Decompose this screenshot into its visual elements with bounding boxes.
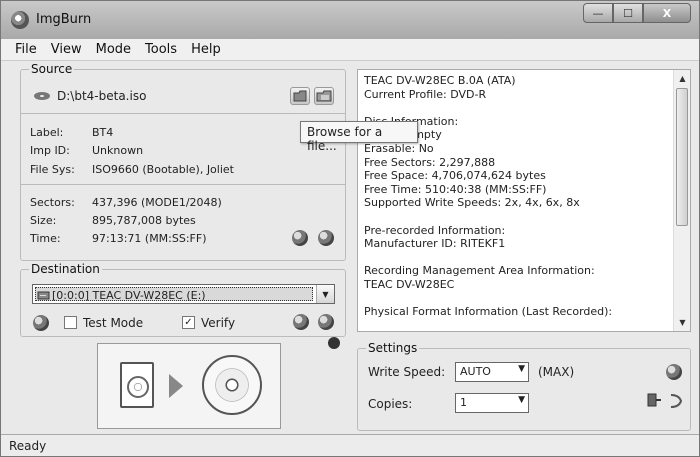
menu-tools[interactable]: Tools: [139, 39, 185, 60]
sectors-key: Sectors:: [30, 196, 75, 209]
copies-label: Copies:: [368, 397, 413, 411]
device-info-panel: TEAC DV-W28EC B.0A (ATA) Current Profile…: [357, 69, 691, 332]
size-key: Size:: [30, 214, 57, 227]
test-mode-label: Test Mode: [83, 316, 144, 330]
arrow-right-icon: [169, 374, 183, 398]
copies-value: 1: [460, 396, 467, 409]
imgburn-window: ImgBurn — ☐ X File View Mode Tools Help …: [0, 0, 700, 457]
folder-open-icon: [316, 90, 332, 102]
impid-value: Unknown: [92, 144, 144, 157]
source-legend: Source: [29, 62, 75, 76]
eject-icon[interactable]: [293, 314, 309, 330]
max-speed-label: (MAX): [538, 365, 575, 379]
window-controls: — ☐ X: [583, 3, 691, 23]
queue-icon[interactable]: [668, 392, 684, 408]
write-speed-value: AUTO: [460, 365, 491, 378]
drive-selection-highlight: [0:0:0] TEAC DV-W28EC (E:): [35, 287, 313, 302]
filesys-value: ISO9660 (Bootable), Joliet: [92, 163, 234, 176]
info-scrollbar[interactable]: ▲ ▼: [673, 70, 690, 331]
drive-info-icon[interactable]: [33, 315, 49, 331]
device-info-text: TEAC DV-W28EC B.0A (ATA) Current Profile…: [364, 74, 613, 319]
settings-panel: Settings Write Speed: AUTO ▼ (MAX) Copie…: [357, 341, 691, 431]
source-divider-2: [21, 184, 345, 185]
destination-drive-select[interactable]: [0:0:0] TEAC DV-W28EC (E:) ▼: [32, 284, 335, 304]
log-icon[interactable]: [646, 392, 662, 408]
image-file-icon: [120, 362, 154, 408]
browse-tooltip: Browse for a file...: [300, 121, 418, 153]
title-bar: ImgBurn — ☐ X: [1, 1, 699, 39]
copies-select[interactable]: 1 ▼: [455, 393, 529, 413]
write-speed-label: Write Speed:: [368, 365, 446, 379]
close-button[interactable]: X: [643, 3, 691, 23]
info-icon[interactable]: [328, 337, 340, 349]
minimize-button[interactable]: —: [583, 3, 613, 23]
scroll-thumb[interactable]: [676, 88, 688, 226]
sectors-value: 437,396 (MODE1/2048): [92, 196, 222, 209]
impid-key: Imp ID:: [30, 144, 70, 157]
filesys-key: File Sys:: [30, 163, 75, 176]
label-key: Label:: [30, 126, 64, 139]
scroll-down-icon[interactable]: ▼: [674, 314, 691, 331]
destination-drive-value: [0:0:0] TEAC DV-W28EC (E:): [52, 289, 206, 302]
disc-icon: [202, 355, 262, 415]
menu-bar: File View Mode Tools Help: [1, 39, 699, 61]
destination-legend: Destination: [29, 262, 102, 276]
browse-folder-button[interactable]: [314, 87, 334, 105]
chevron-down-icon[interactable]: ▼: [316, 285, 334, 303]
menu-file[interactable]: File: [9, 39, 45, 60]
time-value: 97:13:71 (MM:SS:FF): [92, 232, 207, 245]
time-key: Time:: [30, 232, 61, 245]
source-divider-1: [21, 113, 345, 114]
imgburn-app-icon: [11, 11, 29, 29]
write-button[interactable]: [97, 343, 281, 429]
source-panel: Source D:\bt4-beta.iso Label: BT4 Imp ID…: [20, 62, 346, 261]
status-bar: Ready: [1, 434, 699, 456]
verify-label: Verify: [201, 316, 236, 330]
file-disc-icon: [127, 376, 149, 398]
calculate-icon[interactable]: [292, 230, 308, 246]
drive-icon: [37, 291, 50, 300]
speed-icon[interactable]: [666, 364, 682, 380]
menu-mode[interactable]: Mode: [90, 39, 139, 60]
browse-file-button[interactable]: [290, 87, 310, 105]
size-value: 895,787,008 bytes: [92, 214, 196, 227]
source-file-path: D:\bt4-beta.iso: [57, 89, 147, 103]
test-mode-checkbox[interactable]: [64, 316, 77, 329]
verify-checkbox[interactable]: ✓: [182, 316, 195, 329]
write-speed-select[interactable]: AUTO ▼: [455, 362, 529, 382]
status-text: Ready: [9, 439, 47, 453]
menu-help[interactable]: Help: [185, 39, 229, 60]
menu-view[interactable]: View: [45, 39, 90, 60]
disc-image-icon: [34, 92, 50, 100]
chevron-down-icon: ▼: [518, 364, 525, 374]
chevron-down-icon: ▼: [518, 395, 525, 405]
destination-panel: Destination [0:0:0] TEAC DV-W28EC (E:) ▼…: [20, 262, 346, 337]
folder-icon: [293, 90, 307, 102]
scroll-up-icon[interactable]: ▲: [674, 70, 691, 87]
maximize-button[interactable]: ☐: [613, 3, 643, 23]
label-value: BT4: [92, 126, 114, 139]
refresh-icon[interactable]: [318, 230, 334, 246]
close-tray-icon[interactable]: [318, 314, 334, 330]
window-title: ImgBurn: [36, 12, 92, 27]
settings-legend: Settings: [366, 341, 420, 355]
